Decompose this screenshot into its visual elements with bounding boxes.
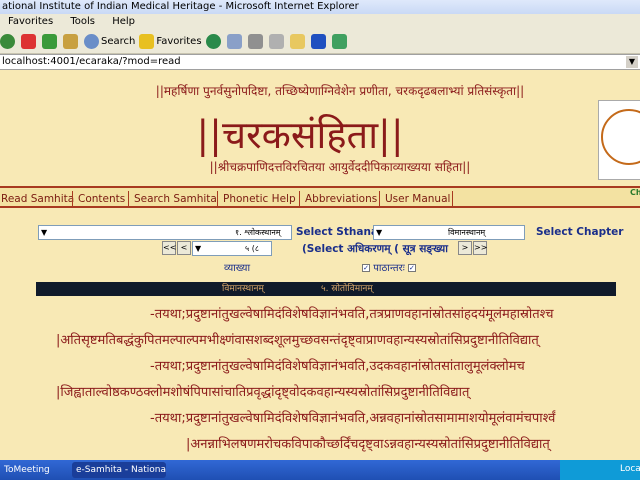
header-subtitle: ||श्रीचक्रपाणिदत्तविरचितया आयुर्वेददीपिक… (209, 160, 471, 174)
favorites-label: Favorites (156, 36, 202, 47)
last-button[interactable]: >> (473, 241, 487, 255)
home-icon (63, 34, 78, 49)
star-icon (139, 34, 155, 49)
window-title: ational Institute of Indian Medical Heri… (0, 0, 640, 14)
verse-line: |जिह्वाताल्वोष्ठकण्ठक्लोमशोषंपिपासांचाति… (56, 385, 470, 400)
system-tray: Local (560, 460, 640, 480)
media-icon (205, 34, 221, 49)
page-content: ||महर्षिणा पुनर्वसुनोपदिष्टा, तच्छिष्येण… (0, 70, 640, 460)
address-url: localhost:4001/ecaraka/?mod=read (2, 56, 181, 67)
bluetooth-icon (310, 34, 326, 49)
side-label: Ch (630, 188, 640, 197)
verse-line: -तयथा;प्रदुष्टानांतुखल्वेषामिदंविशेषविज्… (150, 307, 554, 322)
mail-icon (226, 34, 242, 49)
verse-line: -तयथा;प्रदुष्टानांतुखल्वेषामिदंविशेषविज्… (150, 359, 525, 374)
sthana-value: १. श्लोकस्थानम् (235, 228, 281, 237)
search-label: Search (101, 36, 136, 47)
pathantara-option: ✓ पाठान्तरः ✓ (362, 260, 416, 274)
nav-contents[interactable]: Contents (72, 191, 125, 207)
select-adhikarana-label: (Select अधिकरणम् ( सूत्र सङ्ख्या (302, 243, 448, 255)
pathantara-checkbox[interactable]: ✓ (407, 264, 416, 272)
select-sthana-label: Select Sthana (296, 226, 379, 238)
browser-toolbar: Search Favorites (0, 30, 640, 54)
chapter-select[interactable]: ▼ विमानस्थानम् (373, 225, 525, 240)
pathantara-label: पाठान्तरः (373, 263, 405, 274)
tray-label: Local (620, 464, 640, 474)
next-button[interactable]: > (458, 241, 472, 255)
taskbar-item-esamhita[interactable]: e-Samhita - National... (72, 462, 166, 478)
nav-read-samhita[interactable]: Read Samhita (0, 191, 74, 207)
mail-button[interactable] (226, 32, 244, 52)
address-field[interactable]: localhost:4001/ecaraka/?mod=read ▼ (0, 54, 640, 70)
chapter-value: विमानस्थानम् (448, 228, 486, 237)
favorites-button[interactable]: Favorites (139, 32, 202, 52)
chevron-down-icon: ▼ (376, 228, 383, 237)
search-button[interactable]: Search (84, 32, 135, 52)
taskbar: ToMeeting e-Samhita - National... Local (0, 460, 640, 480)
section-header-bar: विमानस्थानम् ५. स्रोतोविमानम् (36, 282, 616, 296)
taskbar-item-meeting[interactable]: ToMeeting (0, 462, 66, 478)
select-chapter-label: Select Chapter (536, 226, 624, 238)
sthana-select[interactable]: ▼ १. श्लोकस्थानम् (38, 225, 292, 240)
bluetooth-button[interactable] (310, 32, 328, 52)
vyakhya-checkbox[interactable]: ✓ (362, 264, 370, 272)
refresh-button[interactable] (42, 32, 59, 52)
edit-button[interactable] (268, 32, 286, 52)
folder-button[interactable] (289, 32, 307, 52)
menu-favorites[interactable]: Favorites (8, 16, 53, 27)
edit-icon (268, 34, 284, 49)
stop-button[interactable] (21, 32, 38, 52)
stop-icon (21, 34, 36, 49)
search-icon (84, 34, 99, 49)
adhikarana-value: ५ (८ (245, 244, 259, 253)
page-title: ||चरकसंहिता|| (196, 113, 404, 157)
verse-line: |अतिसृष्टमतिबद्धंकुपितमल्पाल्पमभीक्ष्णंव… (56, 333, 539, 348)
main-nav: Read Samhita Contents Search Samhita Pho… (0, 186, 640, 208)
header-invocation: ||महर्षिणा पुनर्वसुनोपदिष्टा, तच्छिष्येण… (155, 84, 525, 98)
institute-logo (598, 100, 640, 180)
nav-search-samhita[interactable]: Search Samhita (128, 191, 217, 207)
chevron-down-icon: ▼ (41, 228, 48, 237)
menu-bar: Favorites Tools Help (0, 14, 640, 30)
media-button[interactable] (205, 32, 223, 52)
messenger-button[interactable] (331, 32, 349, 52)
menu-help[interactable]: Help (112, 16, 135, 27)
prev-button[interactable]: < (177, 241, 191, 255)
chevron-down-icon[interactable]: ▼ (626, 56, 638, 68)
chevron-down-icon: ▼ (195, 244, 202, 253)
verse-line: |अनन्नाभिलषणमरोचकविपाकौच्छर्दिंचदृष्ट्वा… (186, 437, 550, 452)
verse-line: -तयथा;प्रदुष्टानांतुखल्वेषामिदंविशेषविज्… (150, 411, 556, 426)
home-button[interactable] (63, 32, 80, 52)
print-button[interactable] (247, 32, 265, 52)
adhikarana-select[interactable]: ▼ ५ (८ (192, 241, 272, 256)
menu-tools[interactable]: Tools (70, 16, 95, 27)
messenger-icon (331, 34, 347, 49)
first-button[interactable]: << (162, 241, 176, 255)
nav-user-manual[interactable]: User Manual (379, 191, 450, 207)
print-icon (247, 34, 263, 49)
chapter-heading: ५. स्रोतोविमानम् (321, 284, 373, 294)
forward-arrow-icon (0, 34, 15, 49)
sthana-heading: विमानस्थानम् (222, 284, 264, 294)
forward-button[interactable] (0, 32, 17, 52)
nav-abbreviations[interactable]: Abbreviations (299, 191, 377, 207)
nav-divider (452, 191, 458, 207)
folder-icon (289, 34, 305, 49)
emblem-icon (601, 109, 640, 165)
vyakhya-label: व्याख्या (224, 263, 251, 274)
refresh-icon (42, 34, 57, 49)
nav-phonetic-help[interactable]: Phonetic Help (217, 191, 296, 207)
